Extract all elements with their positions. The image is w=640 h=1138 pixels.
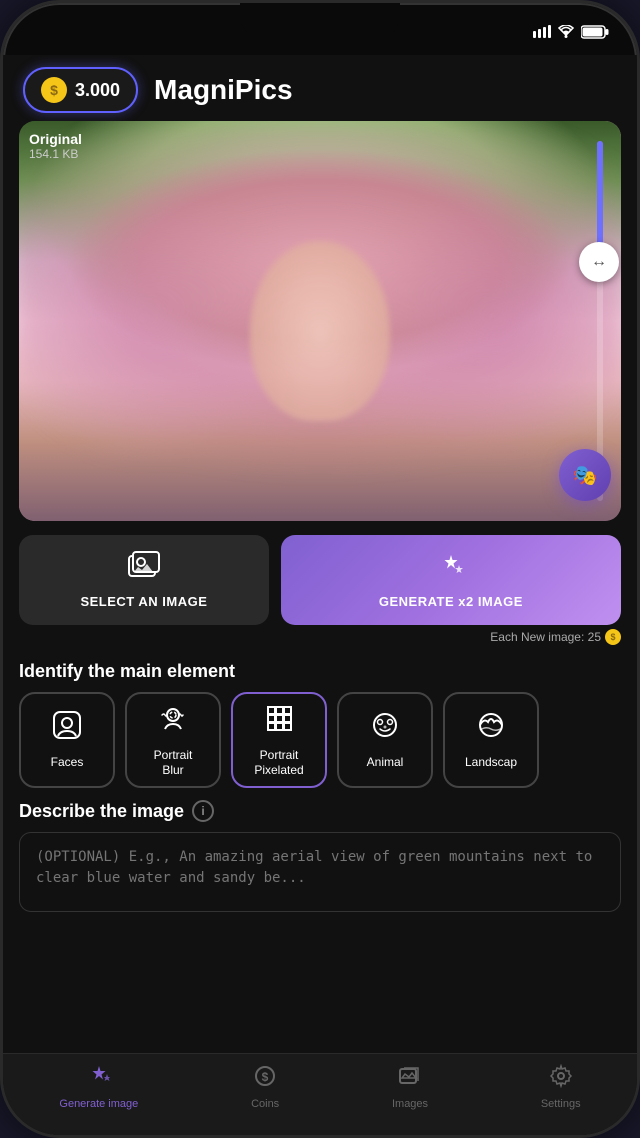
bottom-nav: Generate image $ Coins	[3, 1053, 637, 1135]
cost-label: Each New image: 25 $	[3, 629, 637, 645]
coins-badge[interactable]: $ 3.000	[23, 67, 138, 113]
magic-fab-button[interactable]: 🎭	[559, 449, 611, 501]
image-section: Original 154.1 KB ↔ 🎭	[19, 121, 621, 521]
select-icon	[128, 551, 160, 586]
wifi-icon	[557, 25, 575, 41]
settings-nav-label: Settings	[541, 1098, 581, 1110]
describe-title: Describe the image	[19, 801, 184, 822]
coins-nav-label: Coins	[251, 1098, 279, 1110]
describe-section: Describe the image i	[3, 788, 637, 925]
describe-header: Describe the image i	[19, 800, 621, 822]
status-icons	[533, 25, 609, 42]
images-nav-icon	[398, 1064, 422, 1094]
resize-icon: ↔	[591, 253, 607, 271]
portrait-blur-label: PortraitBlur	[154, 748, 193, 777]
image-preview	[19, 121, 621, 521]
generate-nav-icon	[87, 1064, 111, 1094]
svg-text:$: $	[262, 1070, 269, 1084]
portrait-pixelated-icon	[264, 703, 294, 740]
images-nav-label: Images	[392, 1098, 428, 1110]
option-portrait-blur[interactable]: PortraitBlur	[125, 692, 221, 788]
generate-button[interactable]: GENERATE x2 IMAGE	[281, 535, 621, 625]
element-section: Identify the main element Faces	[3, 655, 637, 788]
phone-notch	[240, 3, 400, 39]
cost-text: Each New image: 25	[490, 630, 601, 644]
element-options-list: Faces PortraitBlur	[3, 692, 637, 788]
select-label: SELECT AN IMAGE	[80, 594, 207, 609]
portrait-blur-icon	[158, 703, 188, 740]
animal-icon	[370, 710, 400, 747]
faces-label: Faces	[51, 755, 84, 769]
face-layer	[250, 241, 390, 421]
select-image-button[interactable]: SELECT AN IMAGE	[19, 535, 269, 625]
slider-track[interactable]: ↔	[597, 141, 603, 501]
landscape-label: Landscap	[465, 755, 517, 769]
option-faces[interactable]: Faces	[19, 692, 115, 788]
element-section-title: Identify the main element	[3, 655, 637, 692]
coins-nav-icon: $	[253, 1064, 277, 1094]
option-animal[interactable]: Animal	[337, 692, 433, 788]
nav-images[interactable]: Images	[376, 1056, 444, 1118]
generate-nav-label: Generate image	[59, 1098, 138, 1110]
phone-frame: 09:41 $ 3.000 MagniPics Original	[0, 0, 640, 1138]
option-portrait-pixelated[interactable]: PortraitPixelated	[231, 692, 327, 788]
slider-fill	[597, 141, 603, 249]
nav-generate[interactable]: Generate image	[43, 1056, 154, 1118]
portrait-pixelated-label: PortraitPixelated	[254, 748, 303, 777]
coins-value: 3.000	[75, 80, 120, 101]
nav-settings[interactable]: Settings	[525, 1056, 597, 1118]
settings-nav-icon	[549, 1064, 573, 1094]
slider-thumb[interactable]: ↔	[579, 242, 619, 282]
signal-icon	[533, 25, 551, 41]
app-title: MagniPics	[154, 74, 292, 106]
battery-icon	[581, 25, 609, 42]
app-content: $ 3.000 MagniPics Original 154.1 KB ↔	[3, 55, 637, 1135]
action-buttons: SELECT AN IMAGE GENERATE x2 IMAGE	[19, 535, 621, 625]
landscape-icon	[476, 710, 506, 747]
magic-icon: 🎭	[573, 463, 598, 488]
option-landscape[interactable]: Landscap	[443, 692, 539, 788]
coin-icon: $	[41, 77, 67, 103]
original-text: Original	[29, 131, 82, 147]
original-size: 154.1 KB	[29, 147, 82, 161]
describe-input[interactable]	[19, 832, 621, 912]
generate-icon	[435, 551, 467, 586]
header: $ 3.000 MagniPics	[3, 55, 637, 121]
original-label: Original 154.1 KB	[29, 131, 82, 161]
nav-coins[interactable]: $ Coins	[235, 1056, 295, 1118]
animal-label: Animal	[367, 755, 404, 769]
info-icon[interactable]: i	[192, 800, 214, 822]
faces-icon	[52, 710, 82, 747]
cost-coin-icon: $	[605, 629, 621, 645]
generate-label: GENERATE x2 IMAGE	[379, 594, 523, 609]
